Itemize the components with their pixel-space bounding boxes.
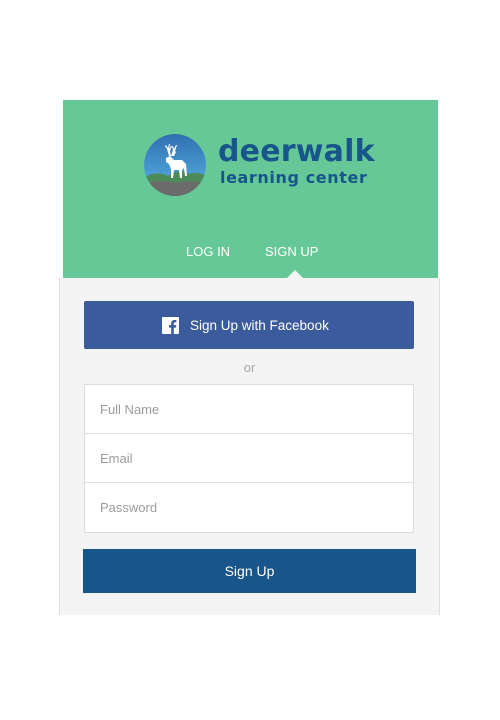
facebook-signup-label: Sign Up with Facebook xyxy=(190,318,329,333)
brand-name: deerwalk xyxy=(218,134,375,169)
signup-submit-button[interactable]: Sign Up xyxy=(83,549,416,593)
full-name-input[interactable] xyxy=(85,385,413,434)
brand-header: deerwalk learning center LOG IN SIGN UP xyxy=(63,100,438,278)
facebook-signup-button[interactable]: Sign Up with Facebook xyxy=(84,301,414,349)
brand-tagline: learning center xyxy=(220,168,368,187)
tab-signup[interactable]: SIGN UP xyxy=(265,244,318,260)
email-input[interactable] xyxy=(85,434,413,483)
facebook-icon xyxy=(162,317,179,334)
tab-login[interactable]: LOG IN xyxy=(186,244,230,260)
active-tab-indicator xyxy=(287,270,303,278)
signup-page: deerwalk learning center LOG IN SIGN UP … xyxy=(0,0,500,720)
password-input[interactable] xyxy=(85,483,413,532)
signup-fields xyxy=(84,384,414,533)
deer-logo-graphic xyxy=(144,134,206,196)
deer-logo-icon xyxy=(144,134,206,196)
signup-form-panel: Sign Up with Facebook or Sign Up xyxy=(59,278,440,615)
or-separator: or xyxy=(243,360,256,375)
